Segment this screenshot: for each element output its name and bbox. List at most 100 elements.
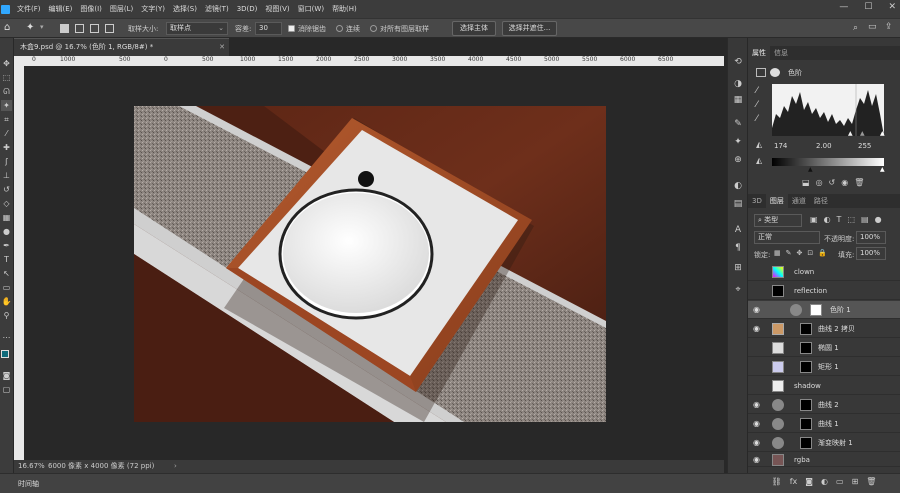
eyedropper-tool-icon[interactable]: ⁄ <box>1 128 12 139</box>
type-tool-icon[interactable]: T <box>1 254 12 265</box>
visibility-eye-icon[interactable]: ◉ <box>753 419 760 429</box>
lock-all-icon[interactable]: 🔒 <box>818 249 827 257</box>
menu-edit[interactable]: 编辑(E) <box>45 4 77 14</box>
character-icon[interactable]: A <box>731 224 745 237</box>
clip-to-layer-icon[interactable]: ⬓ <box>802 178 810 187</box>
delete-layer-icon[interactable]: 🗑 <box>866 477 876 491</box>
filter-toggle-icon[interactable]: ● <box>875 215 882 224</box>
tool-preset-chevron-icon[interactable]: ▾ <box>40 23 44 31</box>
auto-levels-icon[interactable]: ◭ <box>756 140 762 149</box>
visibility-eye-icon[interactable]: ◉ <box>753 305 760 315</box>
workspace-icon[interactable]: ▭ <box>868 22 877 32</box>
menu-layer[interactable]: 图层(L) <box>106 4 137 14</box>
zoom-level[interactable]: 16.67% <box>18 460 45 473</box>
path-select-tool-icon[interactable]: ↖ <box>1 268 12 279</box>
search-icon[interactable]: ⌕ <box>853 23 858 33</box>
subtract-selection-icon[interactable] <box>90 24 99 33</box>
tab-layers[interactable]: 图层 <box>765 194 788 208</box>
sample-size-select[interactable]: 取样点 ⌄ <box>166 22 228 35</box>
share-icon[interactable]: ⇪ <box>885 22 893 32</box>
layer-row-levels-1[interactable]: ◉ 色阶 1 <box>748 301 900 319</box>
healing-tool-icon[interactable]: ✚ <box>1 142 12 153</box>
menu-select[interactable]: 选择(S) <box>169 4 201 14</box>
lock-position-icon[interactable]: ✥ <box>797 249 803 257</box>
reset-icon[interactable]: ↺ <box>829 178 836 187</box>
home-icon[interactable]: ⌂ <box>4 22 10 33</box>
type-filter-icon[interactable]: T <box>837 215 842 224</box>
close-tab-icon[interactable]: ✕ <box>219 39 225 56</box>
more-tools-icon[interactable]: … <box>1 330 12 341</box>
lock-transparency-icon[interactable]: ▦ <box>774 249 781 257</box>
properties-icon[interactable]: ⊞ <box>731 262 745 275</box>
menu-view[interactable]: 视图(V) <box>261 4 293 14</box>
input-white-slider-icon[interactable]: ▲ <box>880 130 885 137</box>
tab-paths[interactable]: 路径 <box>810 194 832 208</box>
view-previous-icon[interactable]: ◎ <box>816 178 823 187</box>
mask-icon[interactable] <box>770 68 780 77</box>
brush-settings-icon[interactable]: ✎ <box>731 118 745 131</box>
pixel-filter-icon[interactable]: ▣ <box>810 215 818 224</box>
tab-properties[interactable]: 属性 <box>748 46 770 60</box>
menu-window[interactable]: 窗口(W) <box>294 4 328 14</box>
select-subject-button[interactable]: 选择主体 <box>452 21 496 36</box>
screen-mode-icon[interactable]: ▢ <box>1 384 12 395</box>
crop-tool-icon[interactable]: ⌗ <box>1 114 12 125</box>
delete-icon[interactable]: 🗑 <box>854 178 864 187</box>
menu-help[interactable]: 帮助(H) <box>328 4 361 14</box>
tolerance-input[interactable]: 30 <box>255 22 282 35</box>
new-group-icon[interactable]: ▭ <box>836 477 844 491</box>
eraser-tool-icon[interactable]: ◇ <box>1 198 12 209</box>
hand-tool-icon[interactable]: ✋ <box>1 296 12 307</box>
input-gamma-slider-icon[interactable]: ▲ <box>860 130 865 137</box>
menu-3d[interactable]: 3D(D) <box>233 5 262 13</box>
layer-row-ellipse-1[interactable]: 椭圆 1 <box>748 339 900 357</box>
canvas-area[interactable] <box>24 66 724 460</box>
select-and-mask-button[interactable]: 选择并遮住... <box>502 21 557 36</box>
paragraph-icon[interactable]: ¶ <box>731 242 745 255</box>
brush-tool-icon[interactable]: ʃ <box>1 156 12 167</box>
add-mask-icon[interactable]: ◙ <box>805 477 813 491</box>
marquee-tool-icon[interactable]: ⬚ <box>1 72 12 83</box>
maximize-icon[interactable]: ☐ <box>864 2 872 12</box>
timeline-tab[interactable]: 时间轴 <box>18 479 39 489</box>
visibility-eye-icon[interactable]: ◉ <box>753 324 760 334</box>
chevron-right-icon[interactable]: › <box>174 460 177 473</box>
tab-3d[interactable]: 3D <box>748 194 766 208</box>
layer-row-curves-2[interactable]: ◉ 曲线 2 <box>748 396 900 414</box>
history-icon[interactable]: ⟲ <box>731 56 745 69</box>
layer-row-shadow[interactable]: shadow <box>748 377 900 395</box>
input-black-value[interactable]: 174 <box>774 142 787 150</box>
shape-filter-icon[interactable]: ⬚ <box>847 215 855 224</box>
pen-tool-icon[interactable]: ✒ <box>1 240 12 251</box>
brushes-icon[interactable]: ✦ <box>731 136 745 149</box>
new-layer-icon[interactable]: ⊞ <box>852 477 859 491</box>
output-white-slider-icon[interactable]: ▲ <box>880 166 885 173</box>
menu-image[interactable]: 图像(I) <box>76 4 106 14</box>
shape-tool-icon[interactable]: ▭ <box>1 282 12 293</box>
blend-mode-select[interactable]: 正常 <box>754 231 820 244</box>
move-tool-icon[interactable]: ✥ <box>1 58 12 69</box>
foreground-color-swatch[interactable] <box>1 350 9 358</box>
zoom-tool-icon[interactable]: ⚲ <box>1 310 12 321</box>
add-selection-icon[interactable] <box>75 24 84 33</box>
close-icon[interactable]: ✕ <box>888 2 896 12</box>
gradient-tool-icon[interactable]: ▦ <box>1 212 12 223</box>
libraries-icon[interactable]: ▤ <box>731 198 745 211</box>
visibility-eye-icon[interactable]: ◉ <box>753 400 760 410</box>
smart-object-filter-icon[interactable]: ▤ <box>861 215 869 224</box>
lasso-tool-icon[interactable]: ᘏ <box>1 86 12 97</box>
layer-row-curves-1[interactable]: ◉ 曲线 1 <box>748 415 900 433</box>
visibility-eye-icon[interactable]: ◉ <box>753 438 760 448</box>
adjustment-filter-icon[interactable]: ◐ <box>824 215 831 224</box>
document-tab[interactable]: 木盒9.psd @ 16.7% (色阶 1, RGB/8#) * ✕ <box>14 38 229 56</box>
layer-row-rgba[interactable]: ◉ rgba <box>748 453 900 467</box>
new-adjustment-icon[interactable]: ◐ <box>821 477 828 491</box>
layer-filter-select[interactable]: ⌕ 类型 <box>754 214 802 227</box>
dodge-tool-icon[interactable]: ● <box>1 226 12 237</box>
input-gamma-value[interactable]: 2.00 <box>816 142 832 150</box>
minimize-icon[interactable]: — <box>839 2 848 12</box>
visibility-eye-icon[interactable]: ◉ <box>753 455 760 465</box>
new-selection-icon[interactable] <box>60 24 69 33</box>
document-image[interactable] <box>24 66 724 460</box>
black-eyedropper-icon[interactable]: ⁄ <box>756 86 758 96</box>
